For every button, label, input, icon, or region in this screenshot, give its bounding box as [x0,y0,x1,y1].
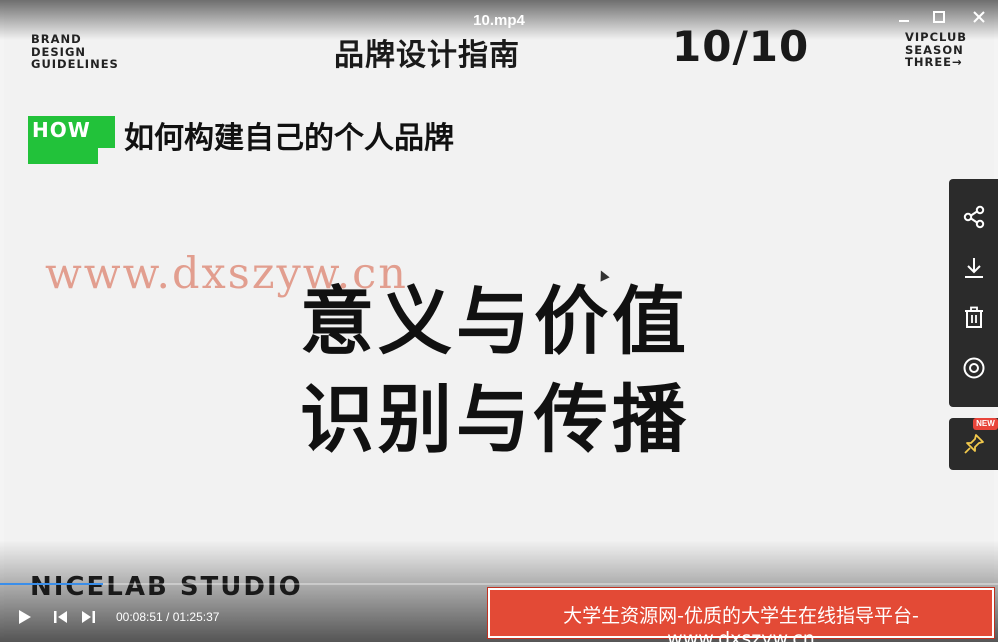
brand-guidelines-label: BRAND DESIGN GUIDELINES [31,33,119,71]
next-icon[interactable] [79,608,99,626]
brand-right-line: THREE→ [905,55,963,69]
maximize-icon[interactable] [927,8,951,30]
section-heading: 如何构建自己的个人品牌 [124,121,454,156]
page-number: 10/10 [672,22,810,71]
minimize-icon[interactable] [892,8,916,30]
download-icon[interactable] [961,255,987,281]
watermark: www.dxszyw.cn [45,249,408,299]
vipclub-label: VIPCLUB SEASON THREE→ [905,31,967,69]
pin-icon [964,434,984,454]
how-badge: HOW [28,116,115,164]
ad-banner-text: 大学生资源网-优质的大学生在线指导平台-www.dxszyw.cn [563,605,919,642]
total-time: 01:25:37 [172,610,220,624]
how-label: HOW [32,118,91,142]
delete-icon[interactable] [961,305,987,331]
share-icon[interactable] [961,204,987,230]
side-toolbar [949,179,998,407]
close-icon[interactable] [967,8,991,30]
studio-label: NICELAB STUDIO [30,572,303,602]
new-badge: NEW [973,418,998,430]
ad-banner[interactable]: 大学生资源网-优质的大学生在线指导平台-www.dxszyw.cn [487,587,995,642]
progress-bar[interactable] [0,583,998,585]
previous-icon[interactable] [52,608,72,626]
window-title: 10.mp4 [473,12,525,29]
play-icon[interactable] [16,608,36,626]
main-text-line-2: 识别与传播 [300,377,690,463]
video-player-window: 10.mp4 BRAND DESIGN GUIDELINES 品牌设计指南 10… [0,0,998,642]
slide-title: 品牌设计指南 [334,38,520,73]
time-separator: / [162,610,173,624]
view-icon[interactable] [961,355,987,381]
time-display: 00:08:51 / 01:25:37 [116,610,219,624]
brand-left-line: GUIDELINES [31,57,119,71]
brand-right-line: VIPCLUB [905,30,968,44]
brand-left-line: BRAND [31,32,82,46]
progress-bar-fill [0,583,104,585]
current-time: 00:08:51 [116,610,163,624]
